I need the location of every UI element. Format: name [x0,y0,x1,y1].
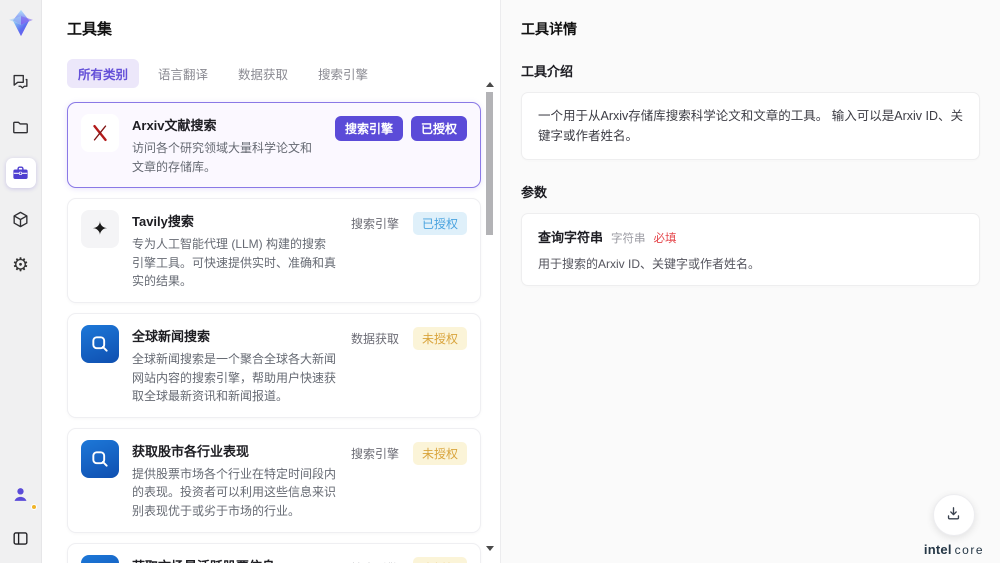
tool-auth-badge: 已授权 [410,116,467,141]
scrollbar-thumb[interactable] [486,92,493,235]
tool-category-tag: 搜索引擎 [350,446,399,461]
tool-category-tag: 搜索引擎 [350,217,399,232]
tool-card[interactable]: 获取市场最活跃股票信息 提供当天交易量最高的股票列表。投资者可以利用这些信息来识… [67,542,481,563]
tool-name: 获取市场最活跃股票信息 [132,556,338,563]
tab-category-2[interactable]: 数据获取 [227,59,299,88]
tool-description: 全球新闻搜索是一个聚合全球各大新闻网站内容的搜索引擎，帮助用户快速获取全球最新资… [132,351,337,404]
tool-name: 全球新闻搜索 [132,328,211,344]
gear-icon: ⚙ [11,254,30,276]
blue-search-icon [81,324,119,363]
brand-intel: intel [923,542,952,557]
tab-category-0[interactable]: 所有类别 [67,59,140,88]
blue-search-icon [81,439,119,478]
tool-name: Arxiv文献搜索 [132,118,217,133]
tool-card[interactable]: 获取股市各行业表现 提供股票市场各个行业在特定时间段内的表现。投资者可以利用这些… [67,427,481,533]
tool-category-tag: 数据获取 [350,331,399,346]
app-logo-gem-icon [6,8,36,38]
tool-description: 提供股票市场各个行业在特定时间段内的表现。投资者可以利用这些信息来识别表现优于或… [132,466,337,518]
tool-description: 访问各个研究领域大量科学论文和文章的存储库。 [132,141,313,174]
detail-title: 工具详情 [521,21,577,37]
tavily-icon: ✦ [81,210,119,249]
sidebar-item-packages[interactable] [6,204,36,234]
scroll-down-arrow-icon[interactable] [486,546,494,551]
tool-auth-badge: 已授权 [412,212,467,236]
page-title: 工具集 [67,21,113,38]
blue-search-icon [81,554,119,563]
status-dot [30,504,37,510]
sidebar-item-toolbox[interactable] [5,158,36,188]
tab-category-3[interactable]: 搜索引擎 [307,59,379,88]
download-icon [945,505,962,525]
brand-core: core [954,543,984,557]
intro-card: 一个用于从Arxiv存储库搜索科学论文和文章的工具。 输入可以是Arxiv ID… [521,92,980,160]
sidebar-item-files[interactable] [6,112,36,142]
scroll-up-arrow-icon[interactable] [486,82,494,87]
params-heading: 参数 [521,185,548,200]
chat-icon [11,72,30,91]
tool-category-tag: 搜索引擎 [334,116,403,141]
tool-card[interactable]: Arxiv文献搜索 访问各个研究领域大量科学论文和文章的存储库。 搜索引擎 已授… [67,102,481,189]
intro-heading: 工具介绍 [521,64,574,79]
collapse-panel-button[interactable] [6,523,36,553]
param-card: 查询字符串 字符串 必填 用于搜索的Arxiv ID、关键字或作者姓名。 [521,213,980,286]
tab-category-1[interactable]: 语言翻译 [147,59,219,88]
tool-auth-badge: 未授权 [412,441,467,465]
toolbox-icon [11,164,30,183]
sidebar-item-chat[interactable] [6,66,36,96]
tool-name: 获取股市各行业表现 [132,443,250,459]
tool-auth-badge: 未授权 [412,556,467,563]
intro-text: 一个用于从Arxiv存储库搜索科学论文和文章的工具。 输入可以是Arxiv ID… [538,109,964,143]
tool-card[interactable]: 全球新闻搜索 全球新闻搜索是一个聚合全球各大新闻网站内容的搜索引擎，帮助用户快速… [67,312,481,418]
tool-card[interactable]: ✦ Tavily搜索 专为人工智能代理 (LLM) 构建的搜索引擎工具。可快速提… [67,198,481,303]
panel-toggle-icon [11,529,30,548]
param-required-badge: 必填 [653,233,677,245]
download-button[interactable] [932,494,975,536]
param-description: 用于搜索的Arxiv ID、关键字或作者姓名。 [538,257,761,271]
tool-list-panel: 工具集 所有类别 语言翻译 数据获取 搜索引擎 Arxiv文献搜索 访问各个研究领域大… [42,0,500,563]
folder-icon [11,118,30,137]
user-icon [11,485,30,504]
tool-detail-panel: 工具详情 工具介绍 一个用于从Arxiv存储库搜索科学论文和文章的工具。 输入可… [500,0,1000,563]
left-icon-rail: ⚙ [0,0,42,563]
scrollbar[interactable] [485,82,494,551]
intel-core-logo: intel core [924,542,984,557]
category-tabs: 所有类别 语言翻译 数据获取 搜索引擎 [67,59,500,88]
sidebar-item-settings[interactable]: ⚙ [6,250,36,280]
tool-description: 专为人工智能代理 (LLM) 构建的搜索引擎工具。可快速提供实时、准确和真实的结… [132,237,337,289]
tool-name: Tavily搜索 [132,214,194,230]
tool-list: Arxiv文献搜索 访问各个研究领域大量科学论文和文章的存储库。 搜索引擎 已授… [67,102,481,563]
param-type: 字符串 [611,233,646,245]
tool-category-tag: 搜索引擎 [351,557,399,563]
user-avatar[interactable] [6,479,37,510]
tool-auth-badge: 未授权 [412,326,467,350]
arxiv-icon [81,114,119,152]
param-name: 查询字符串 [538,230,604,245]
package-icon [11,210,30,229]
